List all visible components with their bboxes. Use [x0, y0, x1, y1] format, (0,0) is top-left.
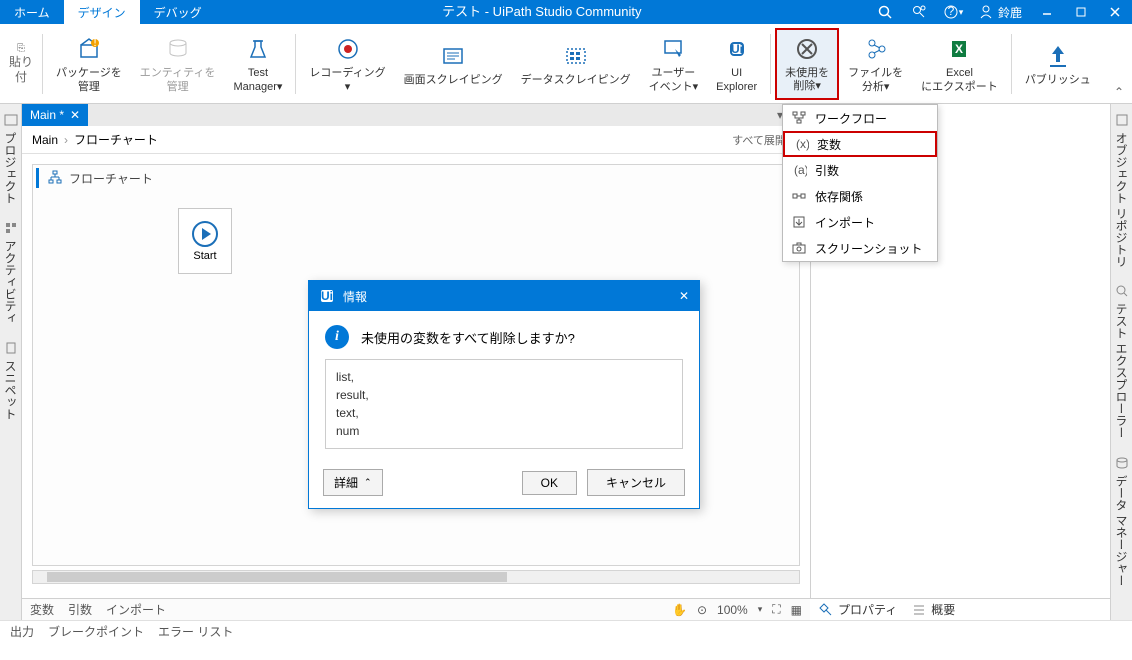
breadcrumb-main[interactable]: Main [32, 133, 58, 147]
vtab-object-repo[interactable]: オブジェクト リポジトリ [1111, 104, 1132, 275]
ribbon-collapse-icon[interactable]: ⌃ [1114, 85, 1124, 99]
right-sidebar: オブジェクト リポジトリ テスト エクスプローラー データ マネージャー [1110, 104, 1132, 620]
remove-unused-dropdown: ワークフロー (x)変数 (a)引数 依存関係 インポート スクリーンショット [782, 104, 938, 262]
imports-tab[interactable]: インポート [106, 601, 166, 618]
variables-tab[interactable]: 変数 [30, 601, 54, 618]
error-list-tab[interactable]: エラー リスト [158, 623, 233, 640]
window-title: テスト - UiPath Studio Community [216, 0, 868, 24]
dialog-cancel-button[interactable]: キャンセル [587, 469, 685, 496]
dialog-variable-list: list, result, text, num [325, 359, 683, 449]
ribbon-data-scraping[interactable]: データスクレイピング [512, 28, 640, 100]
ribbon-entity-manager[interactable]: エンティティを管理 [131, 28, 225, 100]
info-dialog: Ui 情報 ✕ i 未使用の変数をすべて削除しますか? list, result… [308, 280, 700, 509]
info-icon: i [325, 325, 349, 349]
tab-home[interactable]: ホーム [0, 0, 64, 24]
designer-footer: 変数 引数 インポート ✋ ⊙ 100%▾ ⛶ ▦ [22, 598, 810, 620]
ribbon-publish[interactable]: パブリッシュ [1016, 28, 1100, 100]
breadcrumb: Main › フローチャート すべて展開 復 [22, 126, 810, 154]
activity-header[interactable]: フローチャート [36, 168, 159, 188]
dialog-details-button[interactable]: 詳細⌃ [323, 469, 383, 496]
tab-design[interactable]: デザイン [64, 0, 140, 24]
ribbon-ui-explorer[interactable]: UiUIExplorer [707, 28, 766, 100]
ribbon-left-hint: ⎘貼り付 [4, 42, 38, 86]
ribbon: ⎘貼り付 !パッケージを管理 エンティティを管理 TestManager▾ レコ… [0, 24, 1132, 104]
dialog-ok-button[interactable]: OK [522, 471, 577, 495]
svg-text:(a): (a) [794, 163, 807, 177]
svg-text:?: ? [947, 4, 954, 18]
arguments-tab[interactable]: 引数 [68, 601, 92, 618]
vtab-data-manager[interactable]: データ マネージャー [1111, 447, 1132, 594]
left-sidebar: プロジェクト アクティビティ スニペット [0, 104, 22, 620]
close-icon[interactable]: ✕ [70, 108, 80, 122]
vtab-snippets[interactable]: スニペット [0, 332, 21, 428]
flowchart-icon [47, 170, 63, 186]
start-node[interactable]: Start [178, 208, 232, 274]
close-button[interactable] [1098, 0, 1132, 24]
svg-text:(x): (x) [796, 137, 809, 151]
play-icon [191, 220, 219, 248]
doc-tab-main[interactable]: Main *✕ [22, 104, 88, 126]
vtab-activities[interactable]: アクティビティ [0, 212, 21, 332]
svg-text:!: ! [93, 35, 96, 49]
svg-text:Ui: Ui [321, 289, 333, 303]
uipath-icon: Ui [319, 288, 335, 304]
breadcrumb-flowchart[interactable]: フローチャート [74, 131, 158, 148]
vtab-project[interactable]: プロジェクト [0, 104, 21, 212]
ribbon-test-manager[interactable]: TestManager▾ [224, 28, 291, 100]
dd-screenshots[interactable]: スクリーンショット [783, 235, 937, 261]
properties-bar: プロパティ 概要 [810, 598, 1110, 620]
app-footer: 出力 ブレークポイント エラー リスト [0, 620, 1132, 642]
dialog-close-icon[interactable]: ✕ [679, 289, 689, 303]
dd-dependencies[interactable]: 依存関係 [783, 183, 937, 209]
feedback-icon[interactable] [902, 0, 936, 24]
ribbon-export-excel[interactable]: XExcelにエクスポート [912, 28, 1007, 100]
dd-variables[interactable]: (x)変数 [783, 131, 937, 157]
help-icon[interactable]: ?▾ [936, 0, 970, 24]
output-tab[interactable]: 出力 [10, 623, 34, 640]
pan-icon[interactable]: ✋ [672, 603, 687, 617]
ribbon-package-manager[interactable]: !パッケージを管理 [47, 28, 131, 100]
search-icon[interactable] [868, 0, 902, 24]
zoom-level[interactable]: 100% [717, 603, 748, 617]
ribbon-screen-scraping[interactable]: 画面スクレイピング [395, 28, 512, 100]
vtab-test-explorer[interactable]: テスト エクスプローラー [1111, 275, 1132, 446]
properties-tab[interactable]: プロパティ [818, 601, 897, 618]
dd-arguments[interactable]: (a)引数 [783, 157, 937, 183]
tab-debug[interactable]: デバッグ [140, 0, 216, 24]
fit-screen-icon[interactable]: ⛶ [772, 602, 780, 617]
dd-imports[interactable]: インポート [783, 209, 937, 235]
titlebar: ホーム デザイン デバッグ テスト - UiPath Studio Commun… [0, 0, 1132, 24]
minimize-button[interactable] [1030, 0, 1064, 24]
svg-text:Ui: Ui [731, 42, 743, 56]
ribbon-analyze-file[interactable]: ファイルを分析▾ [839, 28, 912, 100]
reset-zoom-icon[interactable]: ⊙ [697, 603, 707, 617]
outline-tab[interactable]: 概要 [911, 601, 955, 618]
dialog-message: 未使用の変数をすべて削除しますか? [361, 325, 575, 347]
chevron-right-icon: › [64, 133, 68, 147]
overview-icon[interactable]: ▦ [791, 603, 802, 617]
user-badge[interactable]: 鈴鹿 [970, 0, 1030, 24]
svg-text:X: X [955, 42, 963, 56]
maximize-button[interactable] [1064, 0, 1098, 24]
breakpoints-tab[interactable]: ブレークポイント [48, 623, 144, 640]
ribbon-recording[interactable]: レコーディング▾ [300, 28, 394, 100]
dialog-titlebar: Ui 情報 ✕ [309, 281, 699, 311]
horizontal-scrollbar[interactable] [32, 570, 800, 584]
ribbon-user-events[interactable]: ユーザーイベント▾ [640, 28, 708, 100]
dd-workflow[interactable]: ワークフロー [783, 105, 937, 131]
document-tabs: Main *✕ ▾📌 [22, 104, 810, 126]
ribbon-remove-unused[interactable]: 未使用を削除▾ [775, 28, 839, 100]
